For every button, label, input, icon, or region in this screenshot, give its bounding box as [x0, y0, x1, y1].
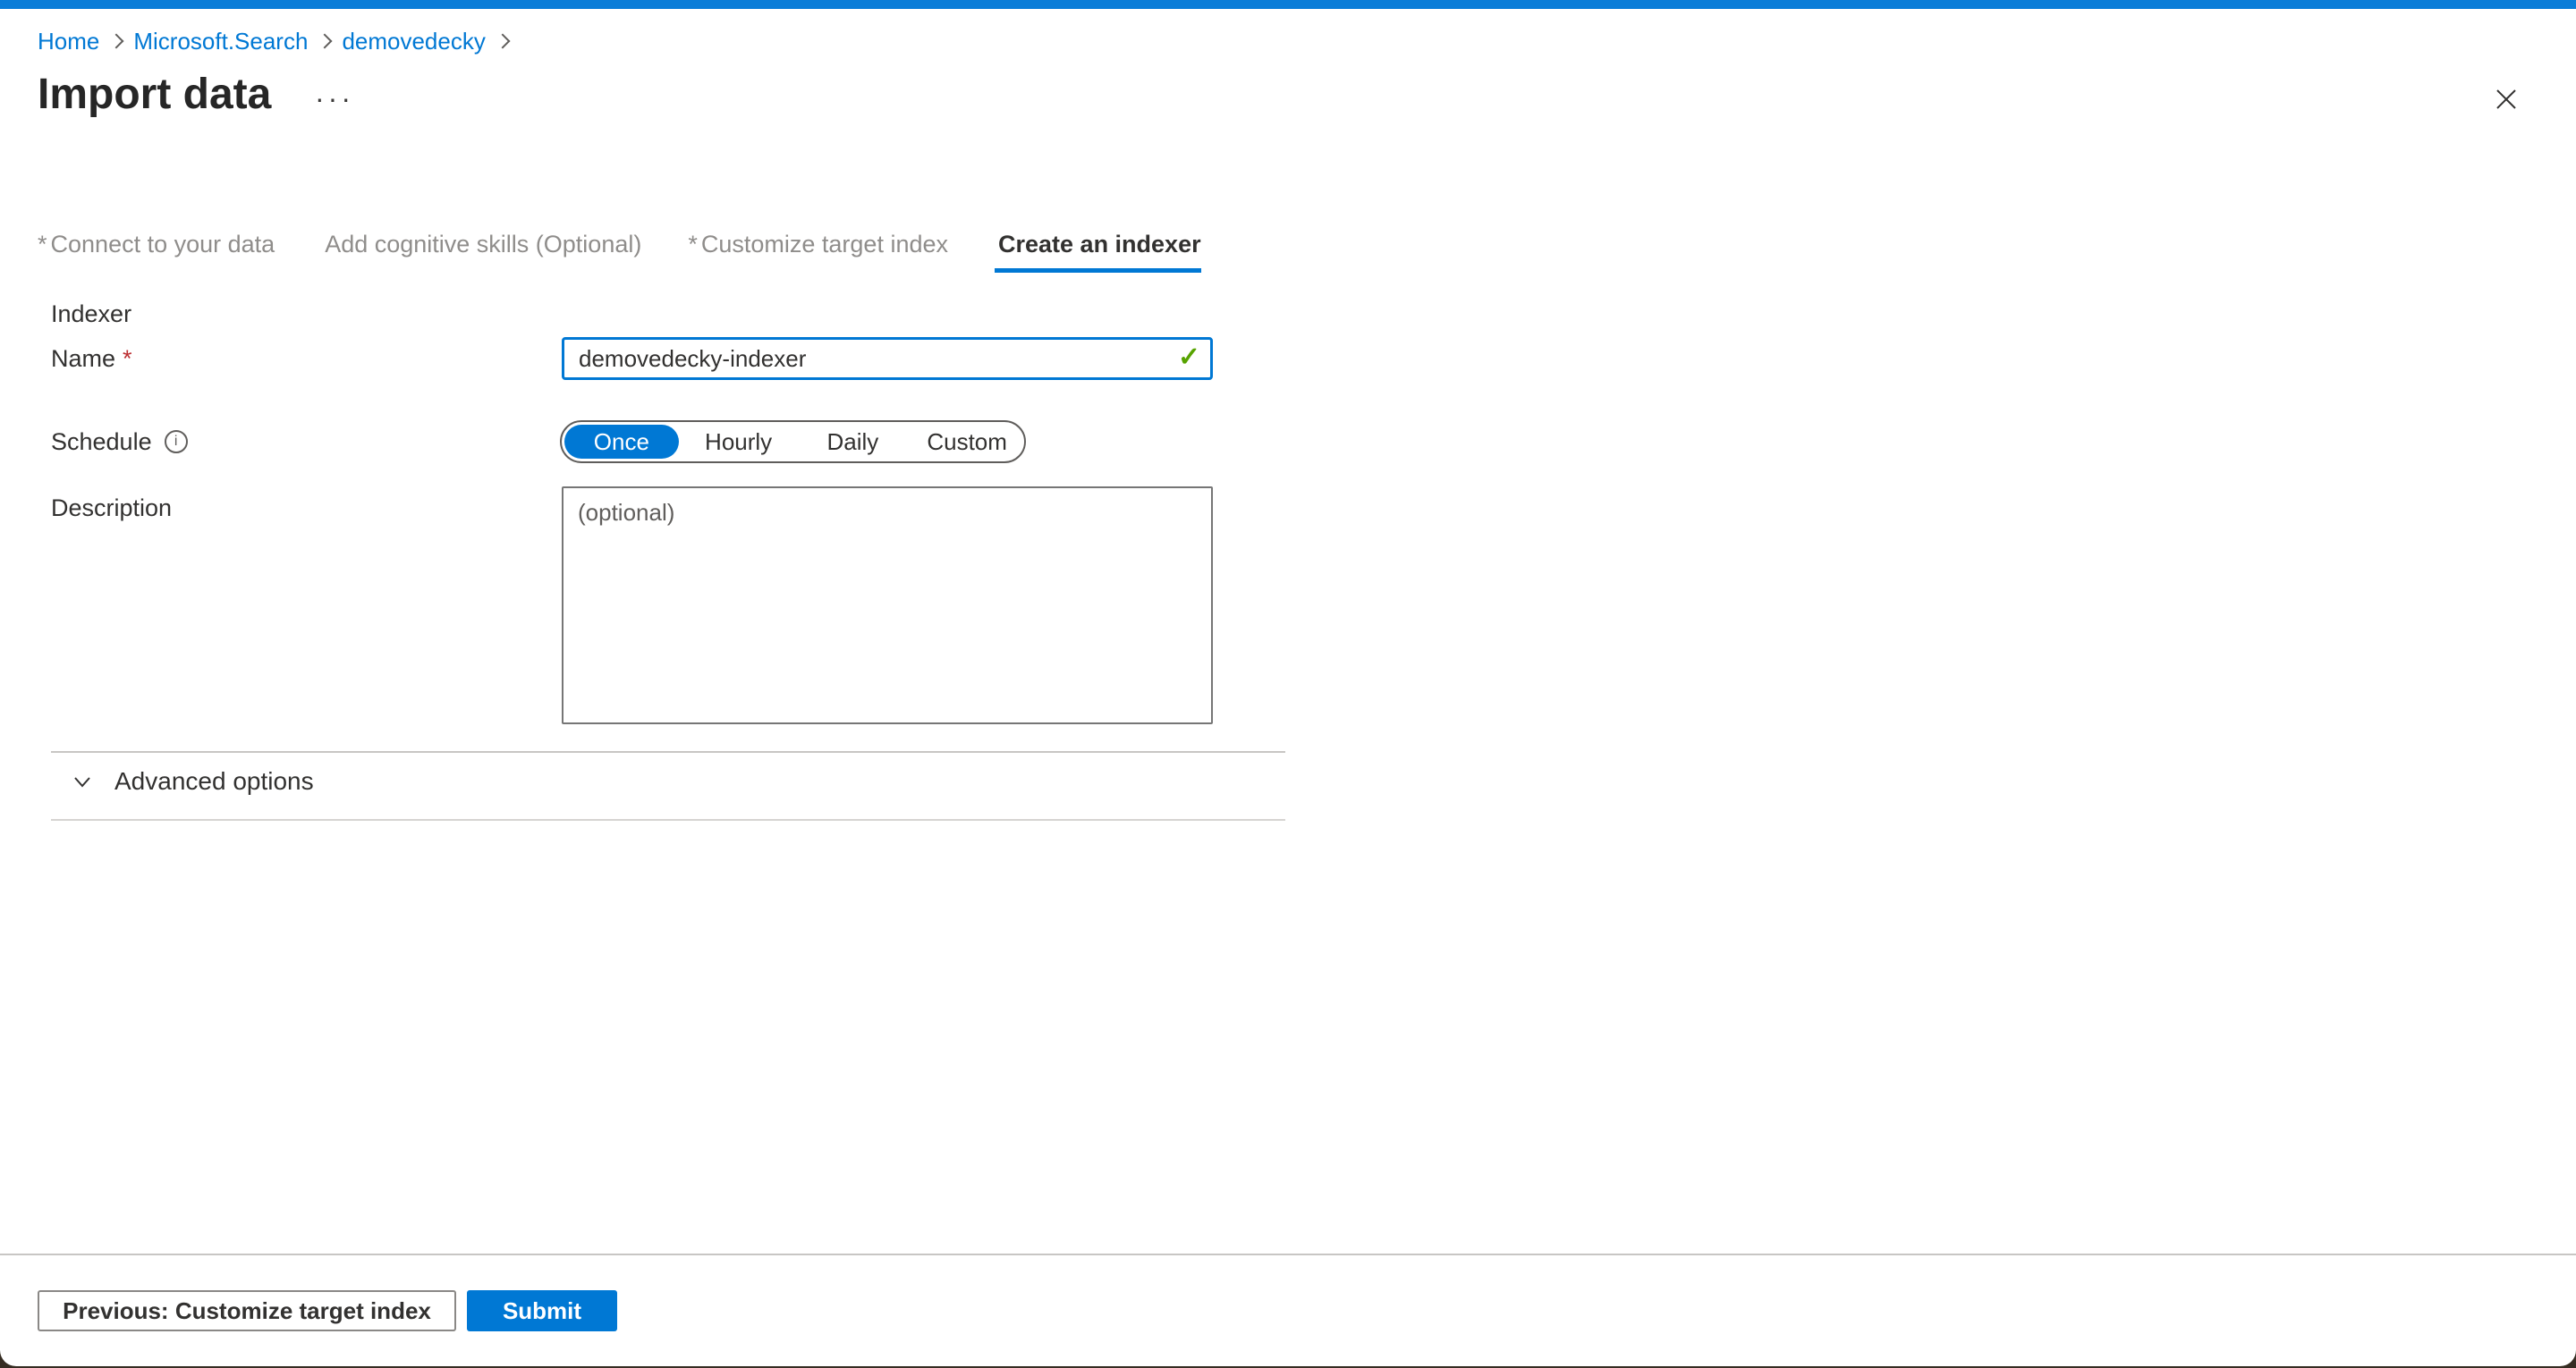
chevron-right-icon: [318, 33, 333, 48]
close-icon: [2492, 85, 2521, 114]
tab-customize-target-index[interactable]: *Customize target index: [688, 231, 948, 273]
breadcrumb-link-microsoft-search[interactable]: Microsoft.Search: [133, 28, 308, 55]
indexer-section-label: Indexer: [51, 300, 131, 328]
schedule-field-label: Schedule i: [51, 420, 188, 463]
schedule-option-daily[interactable]: Daily: [796, 425, 911, 459]
previous-step-button[interactable]: Previous: Customize target index: [38, 1290, 456, 1331]
divider: [51, 751, 1285, 753]
browser-window: Home Microsoft.Search demovedecky Import…: [0, 0, 2576, 1366]
schedule-label-text: Schedule: [51, 420, 152, 463]
required-star: *: [38, 231, 47, 258]
chevron-right-icon: [109, 33, 124, 48]
tab-create-an-indexer[interactable]: Create an indexer: [995, 231, 1201, 273]
description-textarea[interactable]: [562, 486, 1213, 724]
breadcrumb: Home Microsoft.Search demovedecky: [38, 28, 520, 55]
required-star: *: [688, 231, 698, 258]
close-button[interactable]: [2492, 85, 2521, 114]
advanced-options-toggle[interactable]: Advanced options: [70, 767, 314, 796]
chevron-down-icon: [70, 769, 95, 794]
tab-label: Customize target index: [701, 231, 948, 258]
tab-add-cognitive-skills[interactable]: Add cognitive skills (Optional): [321, 231, 641, 273]
description-label-text: Description: [51, 486, 172, 529]
footer-divider: [0, 1254, 2576, 1255]
schedule-option-once[interactable]: Once: [564, 425, 679, 459]
breadcrumb-link-demovedecky[interactable]: demovedecky: [342, 28, 485, 55]
name-field-label: Name *: [51, 337, 132, 380]
schedule-option-custom[interactable]: Custom: [910, 425, 1024, 459]
name-input-wrap: ✓: [562, 337, 1213, 380]
wizard-tabs: *Connect to your data Add cognitive skil…: [38, 231, 1201, 273]
page-title: Import data: [38, 70, 271, 119]
breadcrumb-link-home[interactable]: Home: [38, 28, 99, 55]
more-menu-button[interactable]: ···: [315, 84, 354, 113]
divider: [51, 819, 1285, 821]
schedule-toggle-group: Once Hourly Daily Custom: [560, 420, 1026, 463]
indexer-name-input[interactable]: [562, 337, 1213, 380]
submit-button[interactable]: Submit: [467, 1290, 617, 1331]
description-field-label: Description: [51, 486, 172, 529]
required-asterisk: *: [123, 337, 132, 380]
tab-label: Connect to your data: [51, 231, 275, 258]
info-icon[interactable]: i: [165, 430, 188, 453]
screen: Home Microsoft.Search demovedecky Import…: [0, 0, 2576, 1368]
portal-top-accent-bar: [0, 0, 2576, 9]
validation-check-icon: ✓: [1178, 337, 1200, 380]
name-label-text: Name: [51, 337, 115, 380]
chevron-right-icon: [495, 33, 510, 48]
advanced-options-label: Advanced options: [114, 767, 314, 796]
tab-connect-to-your-data[interactable]: *Connect to your data: [38, 231, 275, 273]
schedule-option-hourly[interactable]: Hourly: [682, 425, 796, 459]
tab-label: Add cognitive skills (Optional): [325, 231, 641, 258]
tab-label: Create an indexer: [998, 231, 1201, 258]
